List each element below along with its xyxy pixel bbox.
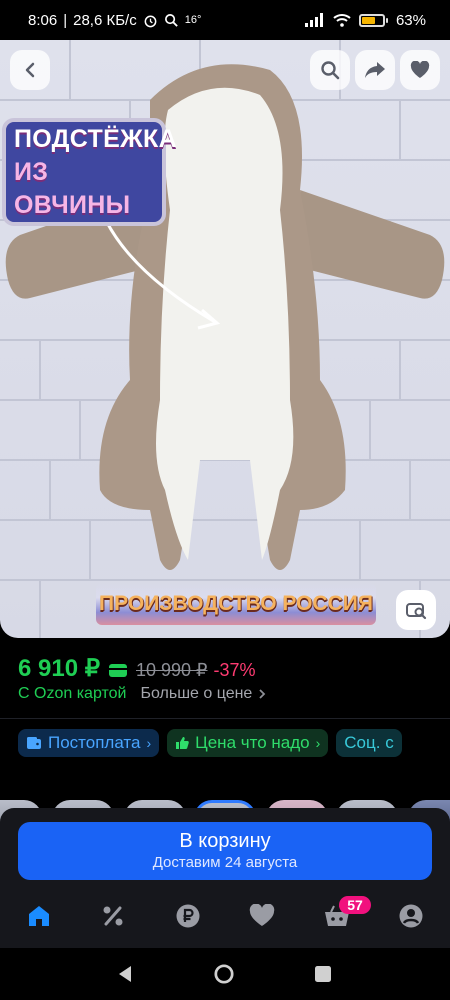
visual-search-icon <box>406 603 427 620</box>
old-price: 10 990 ₽ <box>136 660 208 680</box>
share-button[interactable] <box>355 50 395 90</box>
chip-social[interactable]: Соц. с <box>336 729 402 757</box>
chevron-right-icon: › <box>315 735 321 751</box>
back-icon <box>25 62 35 78</box>
network-speed: 28,6 КБ/с <box>73 11 137 29</box>
chip-postpay-label: Постоплата <box>48 733 141 752</box>
profile-icon <box>399 904 423 928</box>
wallet-icon <box>27 737 41 749</box>
thumbs-up-icon <box>176 737 189 749</box>
ozon-card-label: С Ozon картой <box>18 685 127 702</box>
signal-icon <box>304 13 323 27</box>
chevron-right-icon: › <box>146 735 152 751</box>
nav-profile[interactable] <box>397 902 425 930</box>
made-in-label: ПРОИЗВОДСТВО РОССИЯ <box>96 583 376 625</box>
feature-chips: Постоплата › Цена что надо › Соц. с <box>18 729 402 757</box>
share-icon <box>365 62 385 78</box>
status-bar: 8:06 | 28,6 КБ/с 16° 63% <box>0 0 450 40</box>
search-icon <box>164 13 178 27</box>
chip-good-price[interactable]: Цена что надо › <box>167 729 329 757</box>
chip-postpay[interactable]: Постоплата › <box>18 729 160 757</box>
delivery-date: Доставим 24 августа <box>152 854 298 871</box>
product-image[interactable]: ПОДСТЁЖКА ИЗ ОВЧИНЫ ПРОИЗВОДСТВО РОССИЯ <box>0 40 450 638</box>
temperature: 16° <box>184 14 202 26</box>
search-button[interactable] <box>310 50 350 90</box>
nav-favorites[interactable] <box>248 902 276 930</box>
add-to-cart-label: В корзину <box>179 830 271 852</box>
divider <box>0 718 450 719</box>
system-back-button[interactable] <box>115 964 135 984</box>
percent-icon <box>103 906 123 926</box>
alarm-icon <box>144 15 157 27</box>
battery-icon <box>358 13 388 27</box>
discount-percent: -37% <box>213 660 256 680</box>
recents-square-icon <box>315 966 331 982</box>
visual-search-button[interactable] <box>396 590 436 630</box>
favorite-button[interactable] <box>400 50 440 90</box>
current-price: 6 910 ₽ <box>18 655 100 682</box>
nav-finance[interactable] <box>174 902 202 930</box>
lining-badge: ПОДСТЁЖКА ИЗ ОВЧИНЫ <box>2 118 177 226</box>
badge-line-1: ПОДСТЁЖКА <box>14 124 177 153</box>
system-recents-button[interactable] <box>313 964 333 984</box>
price-block: 6 910 ₽ 10 990 ₽ -37% С Ozon картой Боль… <box>0 638 450 778</box>
battery-percent: 63% <box>395 11 426 29</box>
chip-social-label: Соц. с <box>344 733 394 752</box>
badge-line-2: ИЗ ОВЧИНЫ <box>14 157 131 219</box>
wifi-icon <box>333 14 351 27</box>
cart-count-badge: 57 <box>339 896 371 914</box>
home-icon <box>29 906 49 926</box>
nav-home[interactable] <box>25 902 53 930</box>
heart-icon <box>410 61 430 78</box>
search-icon <box>321 61 340 80</box>
ozon-card-icon <box>109 664 127 677</box>
more-price-link[interactable]: Больше о цене <box>140 685 266 703</box>
ruble-icon <box>176 904 200 928</box>
heart-icon <box>249 904 275 926</box>
chevron-right-icon <box>259 689 266 699</box>
more-price-label: Больше о цене <box>140 685 253 702</box>
bottom-nav: 57 <box>0 888 450 948</box>
back-button[interactable] <box>10 50 50 90</box>
chip-good-price-label: Цена что надо <box>195 733 310 752</box>
back-triangle-icon <box>119 966 131 982</box>
add-to-cart-button[interactable]: В корзину Доставим 24 августа <box>18 822 432 880</box>
system-home-button[interactable] <box>214 964 234 984</box>
home-circle-icon <box>214 964 234 984</box>
nav-promotions[interactable] <box>99 902 127 930</box>
status-time: 8:06 <box>28 11 58 29</box>
system-nav-bar <box>0 948 450 1000</box>
